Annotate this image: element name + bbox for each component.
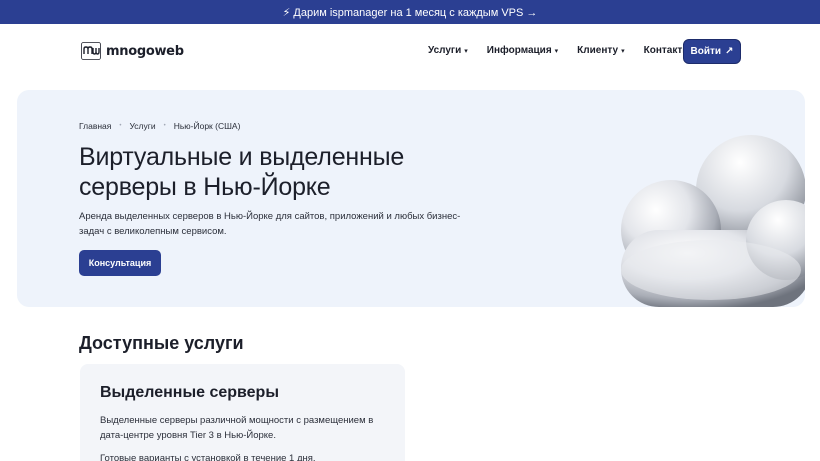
- card-extra-text: Готовые варианты с установкой в течение …: [100, 453, 316, 461]
- caret-down-icon: ▾: [554, 47, 559, 55]
- promo-banner[interactable]: ⚡ Дарим ispmanager на 1 месяц с каждым V…: [0, 0, 820, 24]
- caret-down-icon: ▾: [464, 47, 468, 55]
- consultation-button[interactable]: Консультация: [79, 250, 161, 276]
- breadcrumb-services[interactable]: Услуги: [129, 121, 155, 131]
- hero-section: Главная • Услуги • Нью-Йорк (США) Виртуа…: [17, 90, 805, 307]
- cloud-illustration-icon: [621, 135, 805, 307]
- breadcrumb-current: Нью-Йорк (США): [173, 121, 241, 131]
- login-label: Войти: [690, 46, 722, 57]
- promo-text: ⚡ Дарим ispmanager на 1 месяц с каждым V…: [282, 6, 538, 19]
- nav-item-client[interactable]: Клиенту ▾: [577, 45, 624, 56]
- breadcrumb-separator: •: [163, 123, 166, 129]
- logo[interactable]: mnogoweb: [81, 42, 184, 60]
- page-title: Виртуальные и выделенные серверы в Нью-Й…: [79, 143, 405, 201]
- services-heading: Доступные услуги: [79, 333, 244, 353]
- nav-label: Клиенту: [577, 45, 619, 56]
- service-card-dedicated[interactable]: Выделенные серверы Выделенные серверы ра…: [80, 364, 405, 461]
- breadcrumb: Главная • Услуги • Нью-Йорк (США): [79, 121, 240, 131]
- hero-description: Аренда выделенных серверов в Нью-Йорке д…: [79, 211, 461, 237]
- nav-item-info[interactable]: Информация ▾: [487, 45, 558, 56]
- nav-label: Информация: [486, 45, 552, 56]
- card-title: Выделенные серверы: [100, 384, 279, 401]
- card-description: Выделенные серверы различной мощности с …: [100, 415, 374, 441]
- logo-text: mnogoweb: [106, 43, 184, 59]
- nav-label: Услуги: [428, 45, 462, 56]
- arrow-up-right-icon: ↗: [725, 46, 734, 57]
- site-header: mnogoweb Услуги ▾ Информация ▾ Клиенту ▾…: [0, 24, 820, 80]
- logo-mark-icon: [81, 42, 101, 60]
- login-button[interactable]: Войти ↗: [683, 39, 741, 64]
- nav-item-services[interactable]: Услуги ▾: [428, 45, 468, 56]
- breadcrumb-home[interactable]: Главная: [79, 121, 111, 131]
- caret-down-icon: ▾: [621, 47, 625, 55]
- breadcrumb-separator: •: [119, 123, 122, 129]
- main-nav: Услуги ▾ Информация ▾ Клиенту ▾ Контакты: [428, 45, 691, 56]
